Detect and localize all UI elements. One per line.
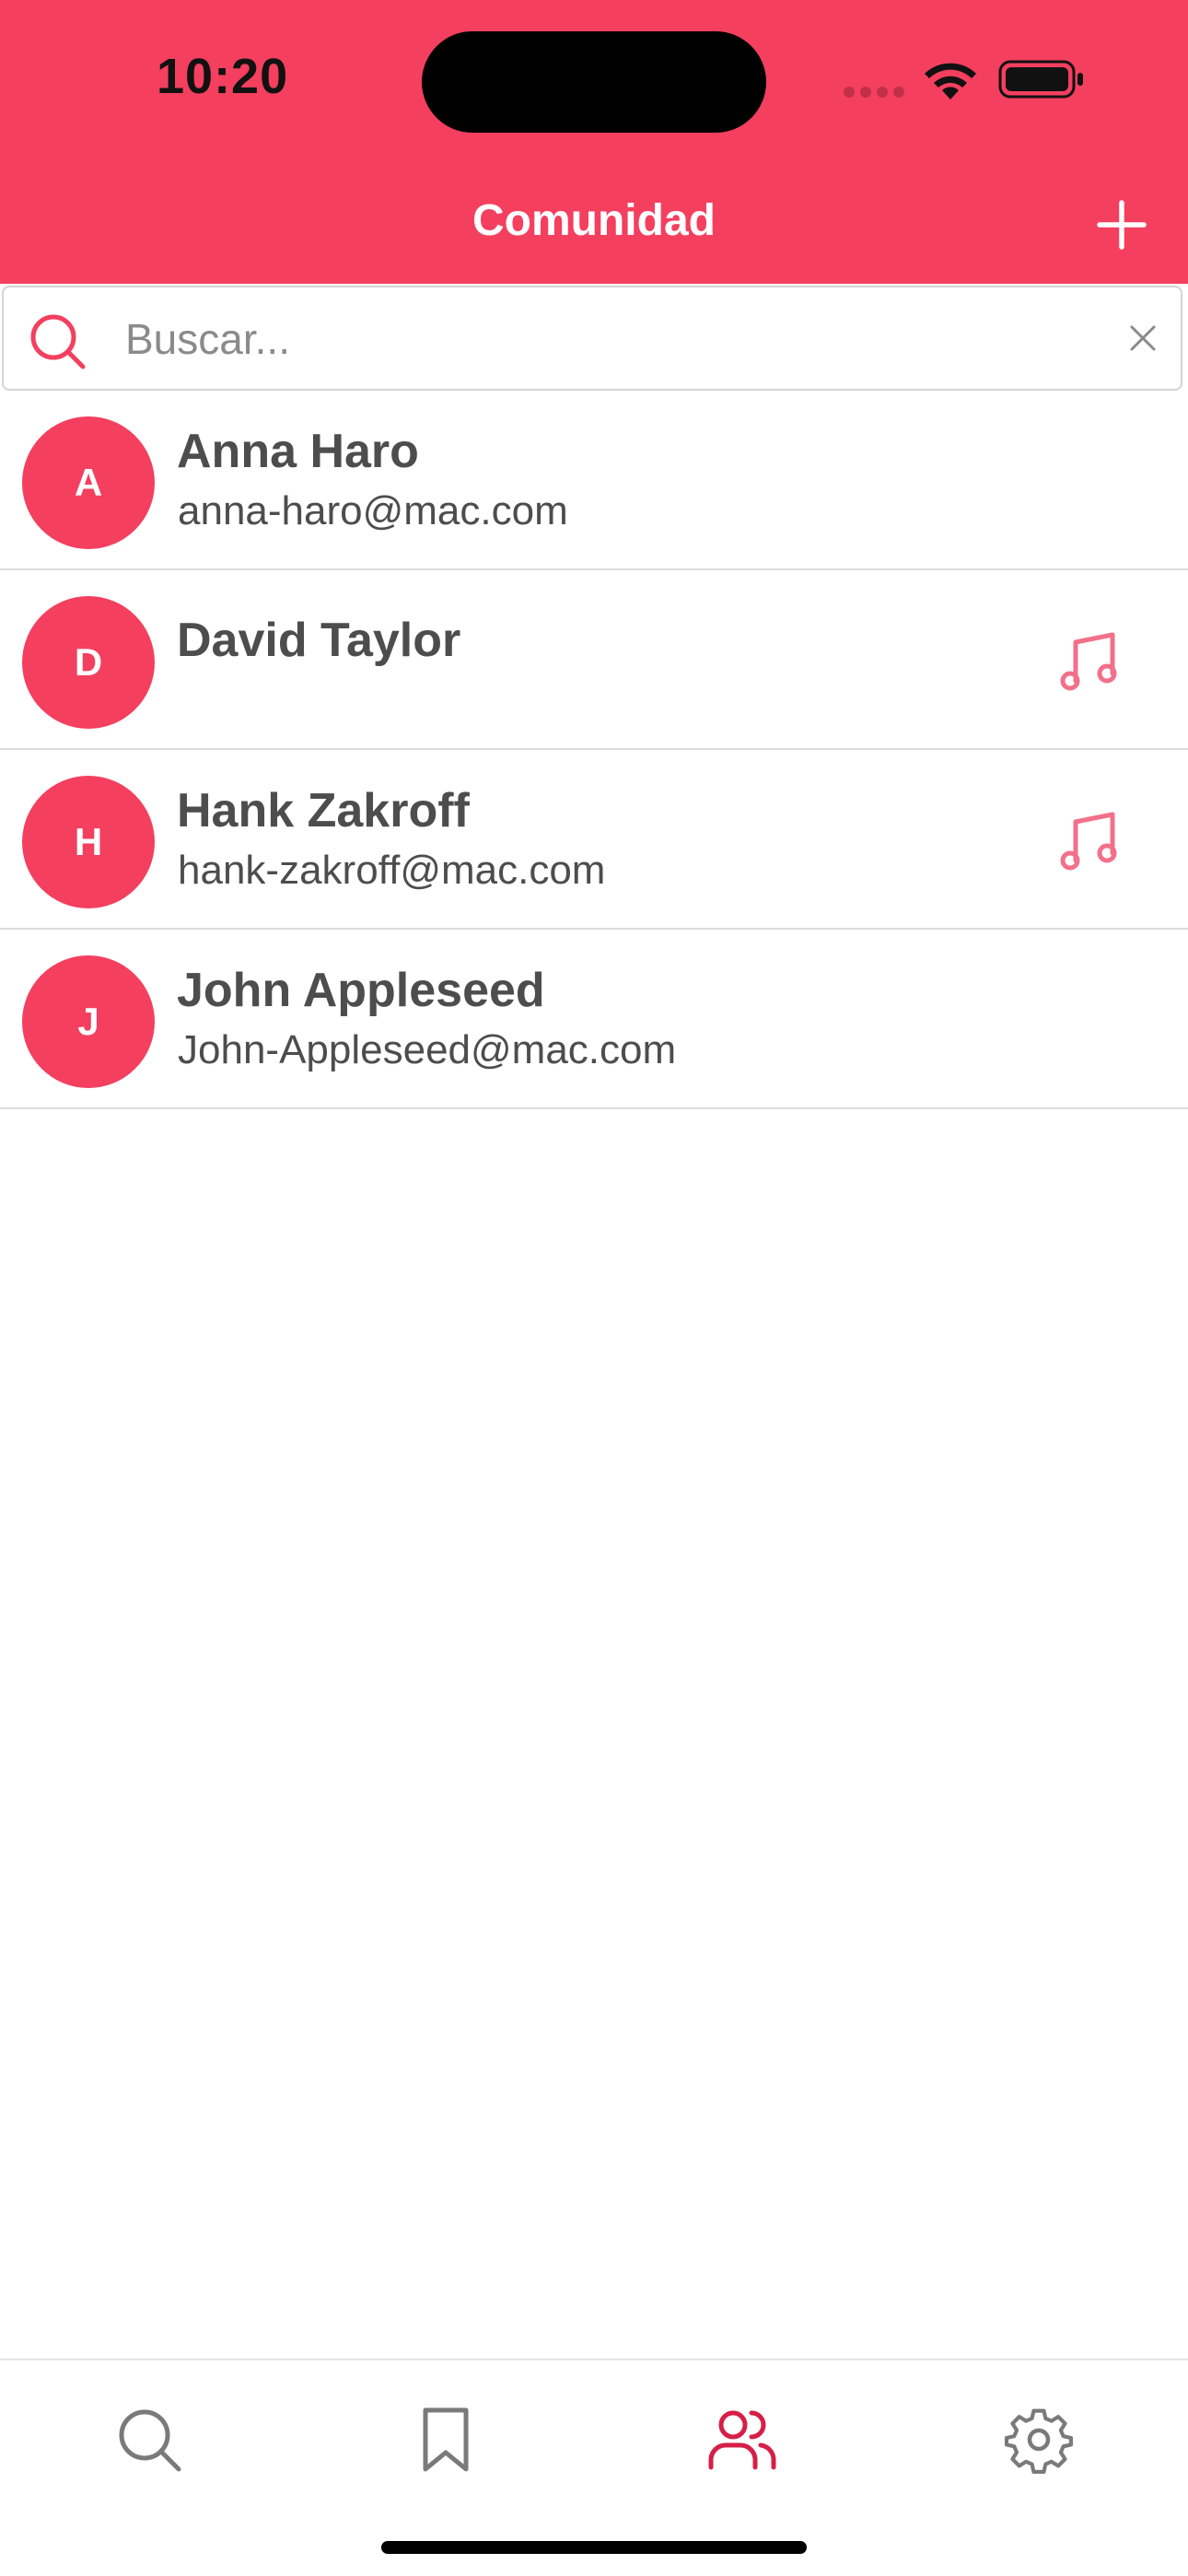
status-time: 10:20 [157, 49, 289, 104]
tab-bookmarks[interactable] [411, 2405, 481, 2475]
tab-community[interactable] [707, 2405, 777, 2475]
home-indicator [381, 2541, 807, 2554]
screen: 10:20 Comunidad A [0, 0, 1188, 2576]
search-icon [30, 314, 86, 369]
contact-name: Anna Haro [177, 425, 419, 478]
battery-icon [998, 60, 1083, 99]
contact-email: hank-zakroff@mac.com [178, 848, 606, 893]
search-input[interactable] [123, 304, 1085, 374]
list-item[interactable]: A Anna Haro anna-haro@mac.com [0, 391, 1188, 570]
close-icon[interactable] [1129, 324, 1157, 352]
tab-settings[interactable] [1004, 2405, 1074, 2475]
search-bar [2, 286, 1182, 391]
wifi-icon [925, 63, 976, 100]
cellular-signal-icon [844, 87, 904, 98]
avatar: A [22, 416, 155, 549]
music-note-icon [1060, 812, 1117, 871]
search-icon [119, 2409, 181, 2472]
page-title: Comunidad [472, 196, 716, 245]
dynamic-island [422, 31, 766, 133]
contact-email: John-Appleseed@mac.com [178, 1027, 677, 1072]
gear-icon [1004, 2408, 1073, 2474]
avatar: J [22, 955, 155, 1088]
navigation-header: 10:20 Comunidad [0, 0, 1188, 284]
list-item[interactable]: D David Taylor [0, 570, 1188, 750]
contact-email: anna-haro@mac.com [178, 488, 568, 533]
contact-name: David Taylor [177, 614, 461, 667]
contact-name: Hank Zakroff [177, 784, 470, 837]
people-icon [708, 2410, 776, 2470]
list-item[interactable]: H Hank Zakroff hank-zakroff@mac.com [0, 750, 1188, 930]
list-item[interactable]: J John Appleseed John-Appleseed@mac.com [0, 930, 1188, 1109]
contact-name: John Appleseed [177, 964, 545, 1017]
avatar: H [22, 776, 155, 908]
add-contact-button[interactable] [1094, 197, 1149, 252]
tab-search[interactable] [114, 2405, 184, 2475]
contact-list: A Anna Haro anna-haro@mac.com D David Ta… [0, 391, 1188, 1109]
music-note-icon [1060, 632, 1117, 691]
bookmark-icon [423, 2407, 469, 2472]
avatar: D [22, 596, 155, 729]
